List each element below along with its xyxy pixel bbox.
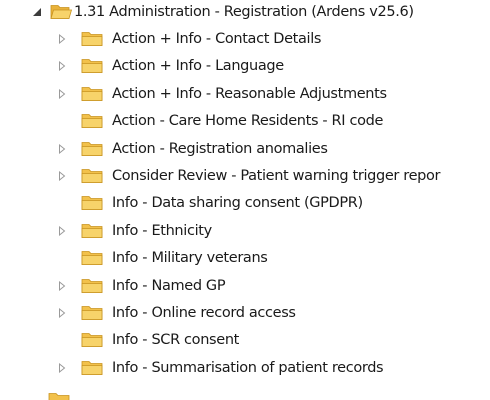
tree-row[interactable]: Info - SCR consent: [0, 328, 490, 352]
folder-icon: [81, 277, 103, 294]
tree-row[interactable]: Info - Data sharing consent (GPDPR): [0, 191, 490, 215]
tree-row-root[interactable]: 1.31 Administration - Registration (Arde…: [0, 0, 490, 24]
expand-arrow-icon[interactable]: [57, 171, 67, 181]
tree-row[interactable]: Action + Info - Reasonable Adjustments: [0, 82, 490, 106]
tree-row[interactable]: Action - Registration anomalies: [0, 137, 490, 161]
expand-arrow-icon[interactable]: [57, 226, 67, 236]
expand-arrow-icon[interactable]: [57, 61, 67, 71]
tree-row[interactable]: Info - Ethnicity: [0, 219, 490, 243]
tree-row[interactable]: Action - Care Home Residents - RI code: [0, 109, 490, 133]
expanded-arrow-icon[interactable]: [32, 7, 42, 17]
tree-item-label: Action + Info - Contact Details: [112, 31, 322, 47]
tree-item-label: Info - Named GP: [112, 278, 226, 294]
folder-icon: [81, 30, 103, 47]
tree-item-label: Action - Registration anomalies: [112, 141, 328, 157]
folder-icon: [81, 167, 103, 184]
tree-item-label: Info - Summarisation of patient records: [112, 360, 384, 376]
tree-item-label: Consider Review - Patient warning trigge…: [112, 168, 441, 184]
folder-open-icon: [50, 3, 73, 20]
tree-item-label: Action + Info - Language: [112, 58, 284, 74]
folder-icon: [81, 140, 103, 157]
folder-icon: [81, 57, 103, 74]
folder-icon: [81, 249, 103, 266]
folder-icon: [81, 222, 103, 239]
expand-arrow-icon[interactable]: [57, 363, 67, 373]
tree-item-label: Info - Online record access: [112, 305, 296, 321]
folder-icon: [81, 194, 103, 211]
folder-tree: 1.31 Administration - Registration (Arde…: [0, 0, 490, 400]
tree-root-label: 1.31 Administration - Registration (Arde…: [74, 4, 414, 20]
tree-item-label: Info - Data sharing consent (GPDPR): [112, 195, 363, 211]
tree-row[interactable]: Consider Review - Patient warning trigge…: [0, 164, 490, 188]
tree-item-label: Info - Military veterans: [112, 250, 268, 266]
expand-arrow-icon[interactable]: [57, 89, 67, 99]
folder-icon: [81, 304, 103, 321]
folder-icon: [81, 331, 103, 348]
expand-arrow-icon[interactable]: [57, 281, 67, 291]
expand-arrow-icon[interactable]: [57, 34, 67, 44]
tree-row[interactable]: Info - Summarisation of patient records: [0, 356, 490, 380]
folder-icon: [81, 112, 103, 129]
expand-arrow-icon[interactable]: [57, 144, 67, 154]
folder-icon: [81, 85, 103, 102]
folder-icon: [48, 391, 70, 400]
tree-row[interactable]: Action + Info - Language: [0, 54, 490, 78]
tree-item-label: Action - Care Home Residents - RI code: [112, 113, 384, 129]
tree-row[interactable]: Action + Info - Contact Details: [0, 27, 490, 51]
expand-arrow-icon[interactable]: [57, 308, 67, 318]
tree-row[interactable]: Info - Online record access: [0, 301, 490, 325]
tree-item-label: Info - SCR consent: [112, 332, 239, 348]
tree-item-label: Info - Ethnicity: [112, 223, 212, 239]
tree-row[interactable]: Info - Military veterans: [0, 246, 490, 270]
folder-icon: [81, 359, 103, 376]
tree-row[interactable]: Info - Named GP: [0, 274, 490, 298]
tree-item-label: Action + Info - Reasonable Adjustments: [112, 86, 387, 102]
